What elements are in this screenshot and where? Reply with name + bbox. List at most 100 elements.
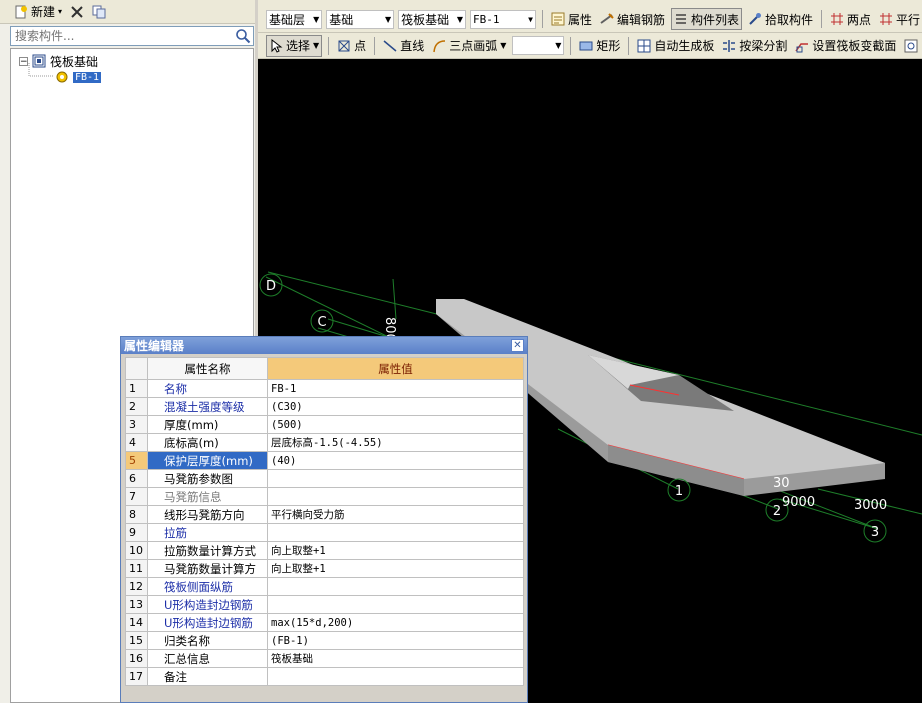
line-button[interactable]: 直线 [381, 36, 426, 56]
point-button[interactable]: 点 [335, 36, 368, 56]
split-by-beam-button[interactable]: 按梁分割 [720, 36, 789, 56]
split-by-beam-label: 按梁分割 [739, 39, 788, 53]
property-name: 马凳筋参数图 [147, 469, 268, 488]
row-number: 14 [125, 613, 148, 632]
property-row[interactable]: 7 马凳筋信息 [125, 487, 524, 506]
cursor-icon [269, 38, 283, 53]
arc-button[interactable]: 三点画弧 ▼ [430, 36, 508, 56]
property-value[interactable] [267, 595, 524, 614]
property-row[interactable]: 12 筏板侧面纵筋 [125, 577, 524, 596]
property-row[interactable]: 9 拉筋 [125, 523, 524, 542]
property-row[interactable]: 3 厚度(mm) (500) [125, 415, 524, 434]
collapse-icon[interactable]: − [19, 56, 28, 66]
set-section-button[interactable]: 设置筏板变截面 [793, 36, 898, 56]
property-grid: 属性名称 属性值 1 名称 FB-1 2 混凝土强度等级 (C30) 3 厚度(… [125, 357, 524, 686]
axis-label-d: D [266, 279, 276, 294]
element-list-button[interactable]: 构件列表 [670, 8, 742, 30]
property-value[interactable]: (40) [267, 451, 524, 470]
property-value[interactable] [267, 667, 524, 686]
property-value[interactable]: max(15*d,200) [267, 613, 524, 632]
toolbar-separator [541, 10, 543, 28]
element-list-label: 构件列表 [690, 12, 739, 27]
new-button[interactable]: 新建 ▾ [12, 2, 64, 22]
chevron-down-icon: ▼ [500, 41, 507, 50]
properties-icon [551, 12, 565, 26]
parallel-button[interactable]: 平行 [877, 9, 922, 29]
search-icon[interactable] [235, 28, 251, 44]
property-name: 拉筋 [147, 523, 268, 542]
column-header-name[interactable]: 属性名称 [147, 357, 268, 380]
edit-rebar-label: 编辑钢筋 [616, 12, 665, 27]
property-name: U形构造封边钢筋 [147, 595, 268, 614]
edit-rebar-button[interactable]: 编辑钢筋 [598, 9, 667, 29]
grid-icon [637, 39, 651, 53]
property-value[interactable]: 平行横向受力筋 [267, 505, 524, 524]
property-value[interactable]: (C30) [267, 397, 524, 416]
dimension-3000: 3000 [854, 498, 887, 513]
property-row[interactable]: 1 名称 FB-1 [125, 379, 524, 398]
column-header-value[interactable]: 属性值 [267, 357, 524, 380]
auto-generate-button[interactable]: 自动生成板 [635, 36, 716, 56]
property-name: 马凳筋数量计算方 [147, 559, 268, 578]
property-row[interactable]: 10 拉筋数量计算方式 向上取整+1 [125, 541, 524, 560]
two-point-button[interactable]: 两点 [828, 9, 873, 29]
two-point-icon [830, 12, 844, 26]
rectangle-button[interactable]: 矩形 [577, 36, 622, 56]
property-name: 备注 [147, 667, 268, 686]
property-value[interactable]: (500) [267, 415, 524, 434]
delete-button[interactable] [68, 2, 86, 22]
property-row[interactable]: 6 马凳筋参数图 [125, 469, 524, 488]
type-select[interactable]: 筏板基础 ▼ [398, 9, 467, 29]
property-row[interactable]: 14 U形构造封边钢筋 max(15*d,200) [125, 613, 524, 632]
property-value[interactable]: 筏板基础 [267, 649, 524, 668]
arc-option-select[interactable]: ▼ [512, 36, 565, 55]
copy-button[interactable] [90, 2, 108, 22]
property-row[interactable]: 11 马凳筋数量计算方 向上取整+1 [125, 559, 524, 578]
property-value[interactable] [267, 487, 524, 506]
rectangle-label: 矩形 [596, 39, 621, 53]
select-button[interactable]: 选择 ▼ [266, 34, 323, 57]
property-row[interactable]: 16 汇总信息 筏板基础 [125, 649, 524, 668]
property-row-selected[interactable]: 5 保护层厚度(mm) (40) [125, 451, 524, 470]
property-value[interactable]: 向上取整+1 [267, 541, 524, 560]
floor-select[interactable]: 基础层 ▼ [266, 9, 323, 29]
pick-element-button[interactable]: 拾取构件 [746, 9, 815, 29]
property-row[interactable]: 17 备注 [125, 667, 524, 686]
property-value[interactable] [267, 577, 524, 596]
tree-node-fb1[interactable]: FB-1 [55, 69, 102, 85]
element-select[interactable]: FB-1 ▼ [470, 9, 536, 29]
property-value[interactable] [267, 469, 524, 488]
property-row[interactable]: 15 归类名称 (FB-1) [125, 631, 524, 650]
search-input[interactable] [11, 27, 239, 45]
auto-generate-label: 自动生成板 [654, 39, 715, 53]
axis-label-1: 1 [675, 484, 683, 499]
delete-icon [70, 5, 84, 19]
axis-label-c: C [317, 315, 326, 330]
category-select[interactable]: 基础 ▼ [326, 9, 395, 29]
property-row[interactable]: 13 U形构造封边钢筋 [125, 595, 524, 614]
row-number: 16 [125, 649, 148, 668]
close-icon[interactable]: ✕ [511, 339, 524, 352]
row-number: 4 [125, 433, 148, 452]
property-value[interactable] [267, 523, 524, 542]
property-row[interactable]: 4 底标高(m) 层底标高-1.5(-4.55) [125, 433, 524, 452]
toolbar-separator [821, 10, 822, 28]
property-value[interactable]: 层底标高-1.5(-4.55) [267, 433, 524, 452]
properties-button[interactable]: 属性 [549, 9, 594, 29]
set-section-label: 设置筏板变截面 [812, 39, 897, 53]
property-editor-titlebar[interactable]: 属性编辑器 ✕ [121, 337, 527, 354]
property-row[interactable]: 8 线形马凳筋方向 平行横向受力筋 [125, 505, 524, 524]
tree-node-raft[interactable]: − 筏板基础 [19, 53, 98, 69]
property-value[interactable]: FB-1 [267, 379, 524, 398]
section-icon [795, 39, 809, 53]
axis-label-3: 3 [871, 525, 879, 540]
arc-label: 三点画弧 [449, 39, 498, 53]
property-value[interactable]: 向上取整+1 [267, 559, 524, 578]
split-icon [722, 39, 736, 53]
draw-toolbar: 选择 ▼ 点 直线 三点画弧 ▼ ▼ 矩形 自动生成板 按梁分割 设置筏板变截面 [258, 33, 922, 59]
parallel-label: 平行 [895, 12, 920, 27]
more-button[interactable] [902, 36, 920, 56]
property-row[interactable]: 2 混凝土强度等级 (C30) [125, 397, 524, 416]
parallel-icon [879, 12, 893, 26]
property-value[interactable]: (FB-1) [267, 631, 524, 650]
